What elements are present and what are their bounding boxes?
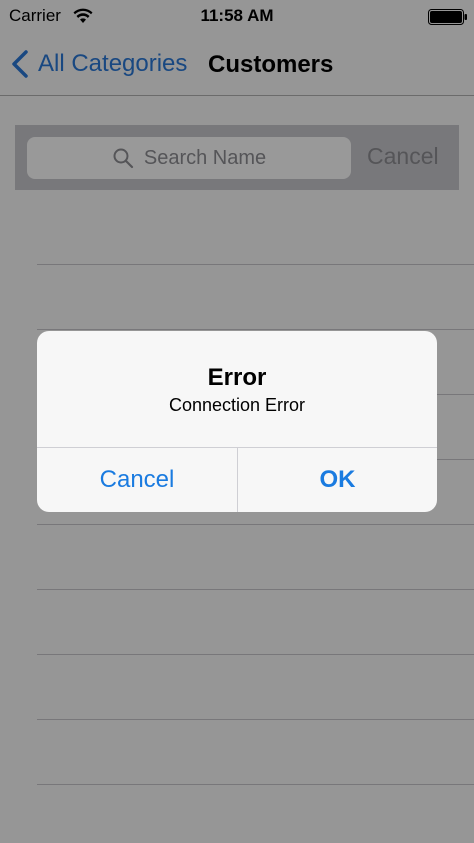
alert-ok-button[interactable]: OK [238, 448, 437, 512]
error-alert: Error Connection Error Cancel OK [37, 331, 437, 512]
alert-message: Connection Error [168, 395, 306, 415]
alert-title: Error [207, 364, 267, 391]
alert-cancel-button[interactable]: Cancel [37, 448, 237, 512]
